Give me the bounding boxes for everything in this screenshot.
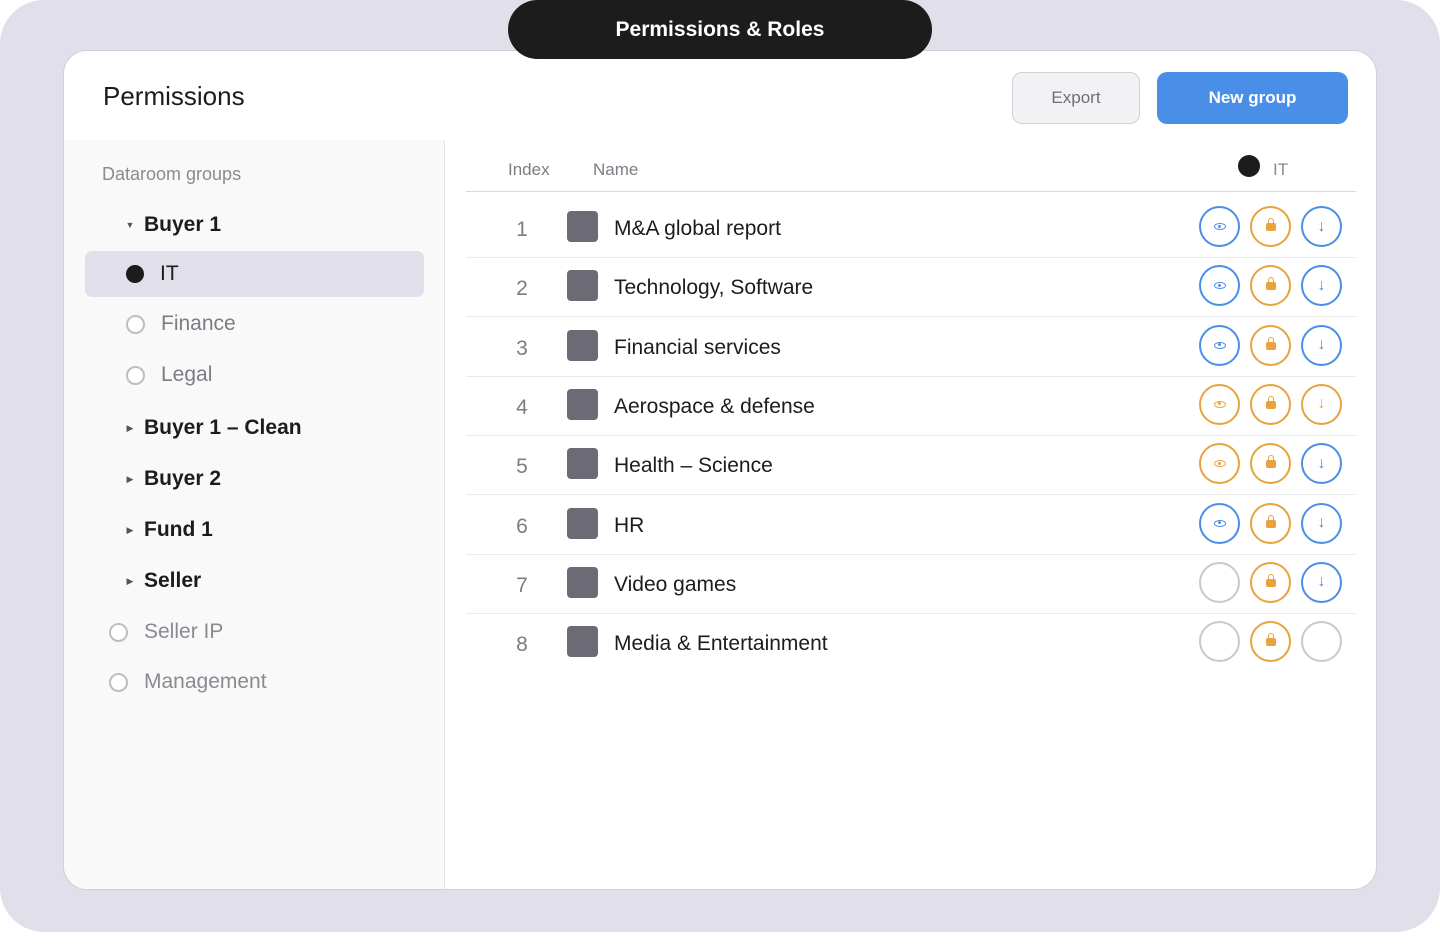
lock-icon[interactable] (1250, 443, 1291, 485)
radio-empty-icon[interactable] (109, 672, 128, 692)
table-row[interactable]: 2 Technology, Software ↓ (466, 258, 1356, 318)
eye-icon[interactable] (1199, 383, 1240, 425)
permissions-table: Index Name IT 1 M&A global report ↓ 2 Techno… (466, 140, 1356, 889)
sidebar-item-legal[interactable]: Legal (126, 352, 212, 398)
lock-icon[interactable] (1250, 621, 1291, 663)
sidebar-group-seller[interactable]: ▶ Seller (122, 558, 202, 604)
page-title: Permissions (103, 81, 245, 111)
table-header: Index Name IT (466, 140, 1356, 192)
folder-icon (567, 626, 598, 658)
lock-icon[interactable] (1250, 206, 1291, 247)
lock-icon[interactable] (1250, 324, 1291, 366)
caret-down-icon[interactable]: ▼ (122, 220, 138, 230)
column-header-group: IT (1273, 160, 1289, 179)
folder-icon (567, 270, 598, 302)
sidebar-group-buyer-1[interactable]: ▼ Buyer 1 (122, 202, 222, 248)
lock-icon[interactable] (1250, 383, 1291, 425)
sidebar-item-management[interactable]: Management (109, 659, 267, 705)
sidebar-group-label: Buyer 1 – Clean (144, 416, 302, 439)
eye-icon[interactable] (1199, 324, 1240, 366)
folder-icon (567, 448, 598, 480)
lock-icon[interactable] (1250, 265, 1291, 307)
row-index: 6 (516, 514, 528, 538)
table-row[interactable]: 5 Health – Science ↓ (466, 436, 1356, 496)
row-index: 8 (516, 633, 528, 657)
download-arrow-icon[interactable]: ↓ (1301, 206, 1342, 247)
sidebar-item-finance[interactable]: Finance (126, 301, 236, 347)
folder-icon (567, 211, 598, 242)
permissions-card: Permissions Export New group Dataroom gr… (63, 50, 1377, 890)
row-name[interactable]: Aerospace & defense (614, 395, 815, 419)
folder-icon (567, 388, 598, 420)
eye-icon[interactable] (1199, 265, 1240, 307)
download-permission-off[interactable] (1301, 621, 1342, 663)
sidebar-item-label: IT (160, 262, 179, 285)
download-arrow-icon[interactable]: ↓ (1301, 324, 1342, 366)
lock-icon[interactable] (1250, 561, 1291, 603)
folder-icon (567, 507, 598, 539)
eye-icon[interactable] (1199, 502, 1240, 544)
sidebar-group-label: Seller (144, 569, 202, 592)
view-permission-off[interactable] (1199, 621, 1240, 663)
column-header-name: Name (593, 160, 639, 179)
caret-right-icon[interactable]: ▶ (122, 525, 138, 536)
row-name[interactable]: Health – Science (614, 454, 773, 478)
radio-selected-icon[interactable] (126, 265, 144, 283)
sidebar-heading: Dataroom groups (102, 164, 242, 184)
row-index: 5 (516, 455, 528, 479)
sidebar-item-label: Seller IP (144, 620, 224, 643)
row-name[interactable]: Video games (614, 573, 736, 597)
table-row[interactable]: 3 Financial services ↓ (466, 318, 1356, 377)
eye-icon[interactable] (1199, 443, 1240, 485)
radio-empty-icon[interactable] (109, 622, 128, 642)
sidebar-item-label: Management (144, 670, 267, 693)
download-arrow-icon[interactable]: ↓ (1301, 265, 1342, 307)
table-row[interactable]: 1 M&A global report ↓ (466, 199, 1356, 258)
download-arrow-icon[interactable]: ↓ (1301, 561, 1342, 603)
new-group-button[interactable]: New group (1157, 72, 1348, 124)
table-row[interactable]: 7 Video games ↓ (466, 555, 1356, 614)
row-name[interactable]: Technology, Software (614, 276, 813, 300)
download-arrow-icon[interactable]: ↓ (1301, 502, 1342, 544)
view-permission-off[interactable] (1199, 561, 1240, 603)
sidebar-item-label: Legal (161, 363, 213, 386)
row-name[interactable]: Financial services (614, 336, 781, 360)
export-button[interactable]: Export (1012, 72, 1140, 124)
column-header-index: Index (508, 160, 550, 179)
radio-empty-icon[interactable] (126, 314, 145, 334)
caret-right-icon[interactable]: ▶ (122, 423, 138, 434)
sidebar-group-buyer-1-clean[interactable]: ▶ Buyer 1 – Clean (122, 405, 302, 451)
row-index: 2 (516, 277, 528, 301)
table-row[interactable]: 4 Aerospace & defense ↓ (466, 377, 1356, 436)
eye-icon[interactable] (1199, 206, 1240, 247)
row-index: 3 (516, 336, 528, 360)
row-index: 1 (516, 218, 528, 241)
row-name[interactable]: M&A global report (614, 217, 781, 241)
sidebar-item-it[interactable]: IT (126, 251, 179, 297)
sidebar-group-buyer-2[interactable]: ▶ Buyer 2 (122, 456, 222, 502)
table-row[interactable]: 6 HR ↓ (466, 496, 1356, 555)
sidebar-group-label: Buyer 1 (144, 213, 222, 236)
row-name[interactable]: HR (614, 514, 644, 538)
download-arrow-icon[interactable]: ↓ (1301, 383, 1342, 425)
sidebar-group-fund-1[interactable]: ▶ Fund 1 (122, 507, 213, 553)
download-arrow-icon[interactable]: ↓ (1301, 443, 1342, 485)
sidebar-group-label: Fund 1 (144, 518, 213, 541)
group-dot-icon (1238, 155, 1260, 177)
window-title: Permissions & Roles (508, 0, 932, 59)
folder-icon (567, 329, 598, 361)
sidebar-item-label: Finance (161, 312, 236, 335)
groups-sidebar: Dataroom groups ▼ Buyer 1 IT Finance Leg… (64, 140, 445, 889)
caret-right-icon[interactable]: ▶ (122, 474, 138, 485)
lock-icon[interactable] (1250, 502, 1291, 544)
row-name[interactable]: Media & Entertainment (614, 632, 828, 656)
caret-right-icon[interactable]: ▶ (122, 576, 138, 587)
row-index: 4 (516, 395, 528, 419)
row-index: 7 (516, 573, 528, 597)
sidebar-group-label: Buyer 2 (144, 467, 222, 490)
radio-empty-icon[interactable] (126, 365, 145, 385)
folder-icon (567, 566, 598, 598)
sidebar-item-seller-ip[interactable]: Seller IP (109, 609, 223, 655)
table-row[interactable]: 8 Media & Entertainment (466, 614, 1356, 673)
